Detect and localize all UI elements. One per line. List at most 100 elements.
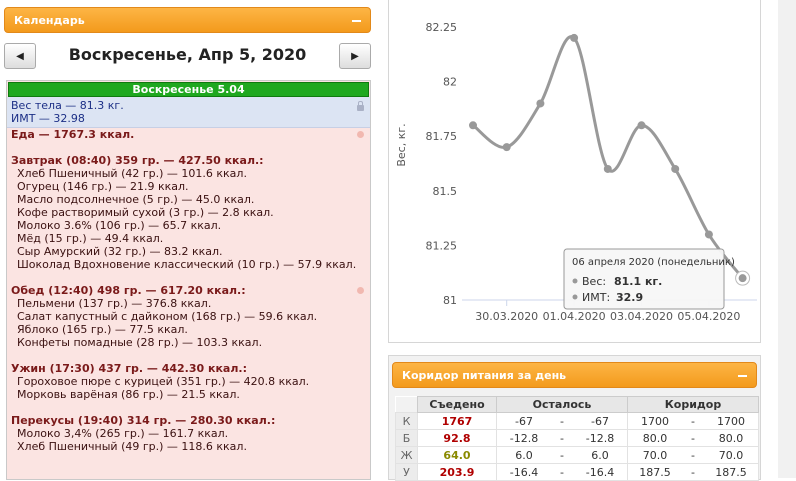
food-item[interactable]: Огурец (146 гр.) — 21.9 ккал. bbox=[11, 180, 366, 193]
meal-title-text: Обед (12:40) 498 гр. — 617.20 ккал.: bbox=[11, 284, 246, 297]
food-item[interactable]: Хлеб Пшеничный (49 гр.) — 118.6 ккал. bbox=[11, 440, 366, 453]
food-total-text: Еда — 1767.3 ккал. bbox=[11, 128, 135, 141]
nutrition-corridor-panel: Коридор питания за день Съедено Осталось… bbox=[388, 355, 761, 481]
calendar-panel: Календарь ◀ Воскресенье, Апр 5, 2020 ▶ В… bbox=[4, 7, 371, 480]
y-axis-label: Вес, кг. bbox=[395, 123, 408, 166]
date-navigator: ◀ Воскресенье, Апр 5, 2020 ▶ bbox=[4, 43, 371, 73]
scrollbar[interactable] bbox=[778, 0, 796, 478]
corridor-row: К 1767 -67- -67 1700-1700 bbox=[395, 412, 759, 430]
remaining-min: 6.0 bbox=[496, 446, 551, 464]
food-item[interactable]: Кофе растворимый сухой (3 гр.) — 2.8 кка… bbox=[11, 206, 366, 219]
tooltip-bmi-value: 32.9 bbox=[616, 291, 643, 304]
food-item[interactable]: Мёд (15 гр.) — 49.4 ккал. bbox=[11, 232, 366, 245]
food-entries: Еда — 1767.3 ккал. Завтрак (08:40) 359 г… bbox=[7, 128, 370, 453]
food-item[interactable]: Конфеты помадные (28 гр.) — 103.3 ккал. bbox=[11, 336, 366, 349]
y-tick-label: 81.75 bbox=[426, 130, 458, 143]
y-tick-label: 81.25 bbox=[426, 239, 458, 252]
day-header: Воскресенье 5.04 bbox=[8, 82, 369, 97]
collapse-icon[interactable] bbox=[352, 20, 361, 22]
edit-icon[interactable] bbox=[357, 287, 364, 294]
meal-title[interactable]: Ужин (17:30) 437 гр. — 442.30 ккал.: bbox=[11, 362, 366, 375]
y-tick-label: 81 bbox=[443, 294, 457, 307]
x-tick-label: 05.04.2020 bbox=[677, 310, 740, 323]
data-point[interactable] bbox=[536, 99, 545, 108]
food-item[interactable]: Молоко 3,4% (265 гр.) — 161.7 ккал. bbox=[11, 427, 366, 440]
meal-title[interactable]: Обед (12:40) 498 гр. — 617.20 ккал.: bbox=[11, 284, 366, 297]
row-label: К bbox=[395, 412, 418, 430]
prev-day-button[interactable]: ◀ bbox=[4, 43, 36, 69]
meal-title-text: Завтрак (08:40) 359 гр. — 427.50 ккал.: bbox=[11, 154, 264, 167]
corridor-max: 70.0 bbox=[704, 446, 759, 464]
weight-chart-svg: 82.25 82 81.75 81.5 81.25 81 Вес, кг. 30.03.202… bbox=[395, 21, 757, 323]
x-tick-label: 01.04.2020 bbox=[543, 310, 606, 323]
current-date: Воскресенье, Апр 5, 2020 bbox=[68, 45, 307, 64]
food-item[interactable]: Масло подсолнечное (5 гр.) — 45.0 ккал. bbox=[11, 193, 366, 206]
edit-icon[interactable] bbox=[357, 131, 364, 138]
weight-series-line bbox=[472, 35, 744, 280]
remaining-min: -67 bbox=[496, 412, 551, 430]
corridor-row: Б 92.8 -12.8- -12.8 80.0-80.0 bbox=[395, 429, 759, 447]
remaining-dash: - bbox=[551, 446, 573, 464]
remaining-min: -12.8 bbox=[496, 429, 551, 447]
bmi-value: ИМТ — 32.98 bbox=[11, 112, 85, 125]
col-remaining: Осталось bbox=[496, 396, 628, 413]
food-item[interactable]: Сыр Амурский (32 гр.) — 83.2 ккал. bbox=[11, 245, 366, 258]
food-item[interactable]: Гороховое пюре с курицей (351 гр.) — 420… bbox=[11, 375, 366, 388]
food-item[interactable]: Молоко 3.6% (106 гр.) — 65.7 ккал. bbox=[11, 219, 366, 232]
food-item[interactable]: Шоколад Вдохновение классический (10 гр.… bbox=[11, 258, 366, 271]
y-tick-label: 82 bbox=[443, 76, 457, 89]
corridor-max: 1700 bbox=[704, 412, 759, 430]
tooltip-bullet bbox=[572, 294, 578, 300]
corridor-dash: - bbox=[682, 412, 704, 430]
data-point[interactable] bbox=[737, 273, 748, 284]
food-item[interactable]: Яблоко (165 гр.) — 77.5 ккал. bbox=[11, 323, 366, 336]
corridor-title: Коридор питания за день bbox=[402, 368, 567, 382]
corridor-max: 80.0 bbox=[704, 429, 759, 447]
data-point[interactable] bbox=[637, 121, 646, 130]
row-label: Ж bbox=[395, 446, 418, 464]
meal-title-text: Перекусы (19:40) 314 гр. — 280.30 ккал.: bbox=[11, 414, 276, 427]
food-total: Еда — 1767.3 ккал. bbox=[11, 128, 366, 141]
remaining-max: 6.0 bbox=[573, 446, 628, 464]
col-corridor: Коридор bbox=[627, 396, 759, 413]
corridor-dash: - bbox=[682, 429, 704, 447]
corridor-min: 80.0 bbox=[627, 429, 682, 447]
data-point[interactable] bbox=[704, 230, 713, 239]
corner-cell bbox=[395, 396, 418, 413]
tooltip-weight-label: Вес: bbox=[582, 275, 606, 288]
food-item[interactable]: Пельмени (137 гр.) — 376.8 ккал. bbox=[11, 297, 366, 310]
eaten-value: 1767 bbox=[417, 412, 497, 430]
corridor-min: 1700 bbox=[627, 412, 682, 430]
meal-title[interactable]: Перекусы (19:40) 314 гр. — 280.30 ккал.: bbox=[11, 414, 366, 427]
corridor-dash: - bbox=[682, 446, 704, 464]
food-item[interactable]: Морковь варёная (86 гр.) — 21.5 ккал. bbox=[11, 388, 366, 401]
data-point[interactable] bbox=[469, 121, 477, 130]
corridor-header[interactable]: Коридор питания за день bbox=[392, 362, 757, 388]
y-tick-label: 81.5 bbox=[433, 185, 458, 198]
meal-title-text: Ужин (17:30) 437 гр. — 442.30 ккал.: bbox=[11, 362, 247, 375]
col-eaten: Съедено bbox=[417, 396, 497, 413]
corridor-header-row: Съедено Осталось Коридор bbox=[395, 396, 759, 413]
data-point[interactable] bbox=[570, 33, 579, 42]
meal-title[interactable]: Завтрак (08:40) 359 гр. — 427.50 ккал.: bbox=[11, 154, 366, 167]
calendar-header[interactable]: Календарь bbox=[4, 7, 371, 33]
remaining-max: -12.8 bbox=[573, 429, 628, 447]
food-item[interactable]: Салат капустный с дайконом (168 гр.) — 5… bbox=[11, 310, 366, 323]
data-point[interactable] bbox=[671, 164, 680, 173]
x-tick-label: 03.04.2020 bbox=[610, 310, 673, 323]
corridor-row: Ж 64.0 6.0-6.0 70.0-70.0 bbox=[395, 446, 759, 464]
y-tick-label: 82.25 bbox=[426, 21, 458, 34]
eaten-value: 64.0 bbox=[417, 446, 497, 464]
body-weight: Вес тела — 81.3 кг. bbox=[11, 99, 124, 112]
tooltip-date: 06 апреля 2020 (понедельник) bbox=[572, 257, 735, 268]
lock-icon bbox=[357, 101, 364, 111]
collapse-icon[interactable] bbox=[738, 375, 747, 377]
next-day-button[interactable]: ▶ bbox=[339, 43, 371, 69]
data-point[interactable] bbox=[502, 143, 511, 152]
food-item[interactable]: Хлеб Пшеничный (42 гр.) — 101.6 ккал. bbox=[11, 167, 366, 180]
data-point[interactable] bbox=[603, 164, 612, 173]
corridor-table: Съедено Осталось Коридор К 1767 -67- -67 170… bbox=[395, 396, 759, 481]
corridor-min: 70.0 bbox=[627, 446, 682, 464]
weight-entry[interactable]: Вес тела — 81.3 кг. ИМТ — 32.98 bbox=[7, 97, 370, 128]
tooltip-bullet bbox=[572, 278, 578, 284]
